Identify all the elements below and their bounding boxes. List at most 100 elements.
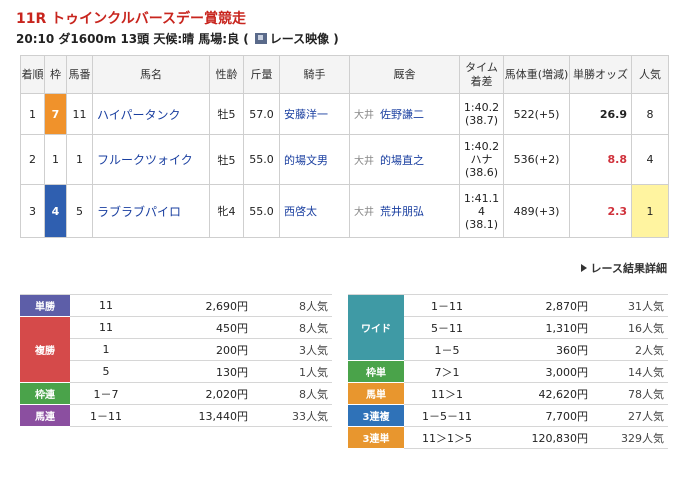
payout-row: 枠単 7＞1 3,000円 14人気 <box>348 360 668 383</box>
col-num: 馬番 <box>66 55 93 94</box>
payout-pop: 3人気 <box>252 338 332 361</box>
payout-pop: 78人気 <box>592 382 668 405</box>
video-icon[interactable] <box>254 33 267 44</box>
payout-amount: 2,020円 <box>142 382 252 405</box>
bet-type-label: 馬連 <box>20 404 70 427</box>
race-title: 11R トゥインクルバースデー賞競走 <box>16 11 247 27</box>
payout-row: 馬連 1－11 13,440円 33人気 <box>20 404 332 427</box>
payout-pop: 8人気 <box>252 316 332 339</box>
waku-badge: 4 <box>44 184 67 238</box>
bet-type-label: 単勝 <box>20 294 70 317</box>
race-video-link[interactable]: レース映像 <box>270 30 329 47</box>
time-cell: 1:40.2 (38.7) <box>459 93 504 135</box>
carried-weight: 55.0 <box>243 134 280 185</box>
trainer-link[interactable]: 荒井朋弘 <box>380 205 424 218</box>
payout-row: 馬単 11＞1 42,620円 78人気 <box>348 382 668 405</box>
payout-amount: 42,620円 <box>490 382 592 405</box>
col-body: 馬体重(増減) <box>503 55 570 94</box>
trainer-link[interactable]: 佐野謙二 <box>380 108 424 121</box>
col-trainer: 厩舎 <box>349 55 460 94</box>
payout-amount: 3,000円 <box>490 360 592 383</box>
horse-name-link[interactable]: ハイパータンク <box>92 93 210 135</box>
horse-name-link[interactable]: ラブラブパイロ <box>92 184 210 238</box>
col-time: タイム着差 <box>459 55 504 94</box>
horse-name-link[interactable]: フルークツォイク <box>92 134 210 185</box>
trainer-affiliation: 大井 <box>354 155 374 167</box>
payout-row: ワイド 1－11 2,870円 31人気 <box>348 294 668 361</box>
payout-combo: 5 <box>70 360 142 383</box>
margin: ハナ <box>470 153 493 166</box>
race-conditions: 20:10 ダ1600m 13頭 天候:晴 馬場:良 ( <box>16 32 249 46</box>
payout-row: 単勝 11 2,690円 8人気 <box>20 294 332 317</box>
payout-amount: 13,440円 <box>142 404 252 427</box>
win-odds: 8.8 <box>569 134 632 185</box>
time-cell: 1:40.2 ハナ (38.6) <box>459 134 504 185</box>
finish-time: 1:41.1 <box>463 191 500 205</box>
payout-combo: 1－5－11 <box>404 404 490 427</box>
payout-amount: 120,830円 <box>490 426 592 449</box>
col-waku: 枠 <box>44 55 67 94</box>
sex-age: 牡5 <box>209 93 244 135</box>
finish-time: 1:40.2 <box>463 101 500 114</box>
bet-type-label: 馬単 <box>348 382 404 405</box>
payout-pop: 8人気 <box>252 382 332 405</box>
payout-combo: 1－5 <box>404 338 490 361</box>
waku-badge: 1 <box>44 134 67 185</box>
payout-row: 3連単 11＞1＞5 120,830円 329人気 <box>348 426 668 449</box>
table-row: 1 7 11 ハイパータンク 牡5 57.0 安藤洋一 大井 佐野謙二 1:40.… <box>20 93 669 135</box>
sex-age: 牡5 <box>209 134 244 185</box>
payout-table-right: ワイド 1－11 2,870円 31人気 5－11 1,310円 16人気 1－5 360円… <box>348 294 668 449</box>
payout-pop: 27人気 <box>592 404 668 427</box>
payout-amount: 2,870円 <box>490 294 592 317</box>
jockey-link[interactable]: 的場文男 <box>279 134 350 185</box>
carried-weight: 57.0 <box>243 93 280 135</box>
payout-pop: 33人気 <box>252 404 332 427</box>
payout-combo: 1－7 <box>70 382 142 405</box>
win-odds: 2.3 <box>569 184 632 238</box>
payout-amount: 7,700円 <box>490 404 592 427</box>
body-weight: 536(+2) <box>503 134 570 185</box>
bet-type-label: 3連複 <box>348 404 404 427</box>
race-detail-label: レース結果詳細 <box>590 262 667 275</box>
jockey-link[interactable]: 西啓太 <box>279 184 350 238</box>
payout-pop: 8人気 <box>252 294 332 317</box>
payout-amount: 360円 <box>490 338 592 361</box>
payout-pop: 31人気 <box>592 294 668 317</box>
horse-number: 11 <box>66 93 93 135</box>
payout-pop: 2人気 <box>592 338 668 361</box>
jockey-link[interactable]: 安藤洋一 <box>279 93 350 135</box>
payout-combo: 11 <box>70 316 142 339</box>
margin: 4 <box>478 204 485 218</box>
payout-amount: 1,310円 <box>490 316 592 339</box>
triangle-right-icon <box>580 264 587 272</box>
body-weight: 522(+5) <box>503 93 570 135</box>
bet-type-label: ワイド <box>348 294 404 361</box>
payout-combo: 11＞1＞5 <box>404 426 490 449</box>
col-jockey: 騎手 <box>279 55 350 94</box>
col-sexage: 性齢 <box>209 55 244 94</box>
payout-pop: 16人気 <box>592 316 668 339</box>
bet-type-label: 枠単 <box>348 360 404 383</box>
col-rank: 着順 <box>20 55 45 94</box>
race-info-close: ) <box>333 31 339 46</box>
trainer-cell: 大井 荒井朋弘 <box>349 184 460 238</box>
payout-pop: 1人気 <box>252 360 332 383</box>
popularity: 8 <box>631 93 669 135</box>
payout-combo: 1－11 <box>70 404 142 427</box>
race-detail-link[interactable]: レース結果詳細 <box>580 260 667 276</box>
table-row: 3 4 5 ラブラブパイロ 牝4 55.0 西啓太 大井 荒井朋弘 1:41.1 4… <box>20 184 669 238</box>
win-odds: 26.9 <box>569 93 632 135</box>
trainer-link[interactable]: 的場直之 <box>380 154 424 167</box>
trainer-cell: 大井 的場直之 <box>349 134 460 185</box>
race-info: 20:10 ダ1600m 13頭 天候:晴 馬場:良 ( レース映像 ) <box>16 30 339 47</box>
payout-pop: 329人気 <box>592 426 668 449</box>
rank: 3 <box>20 184 45 238</box>
popularity: 4 <box>631 134 669 185</box>
time-cell: 1:41.1 4 (38.1) <box>459 184 504 238</box>
trainer-affiliation: 大井 <box>354 110 374 121</box>
payout-amount: 450円 <box>142 316 252 339</box>
col-weight: 斤量 <box>243 55 280 94</box>
col-horse: 馬名 <box>92 55 210 94</box>
bet-type-label: 3連単 <box>348 426 404 449</box>
body-weight: 489(+3) <box>503 184 570 238</box>
